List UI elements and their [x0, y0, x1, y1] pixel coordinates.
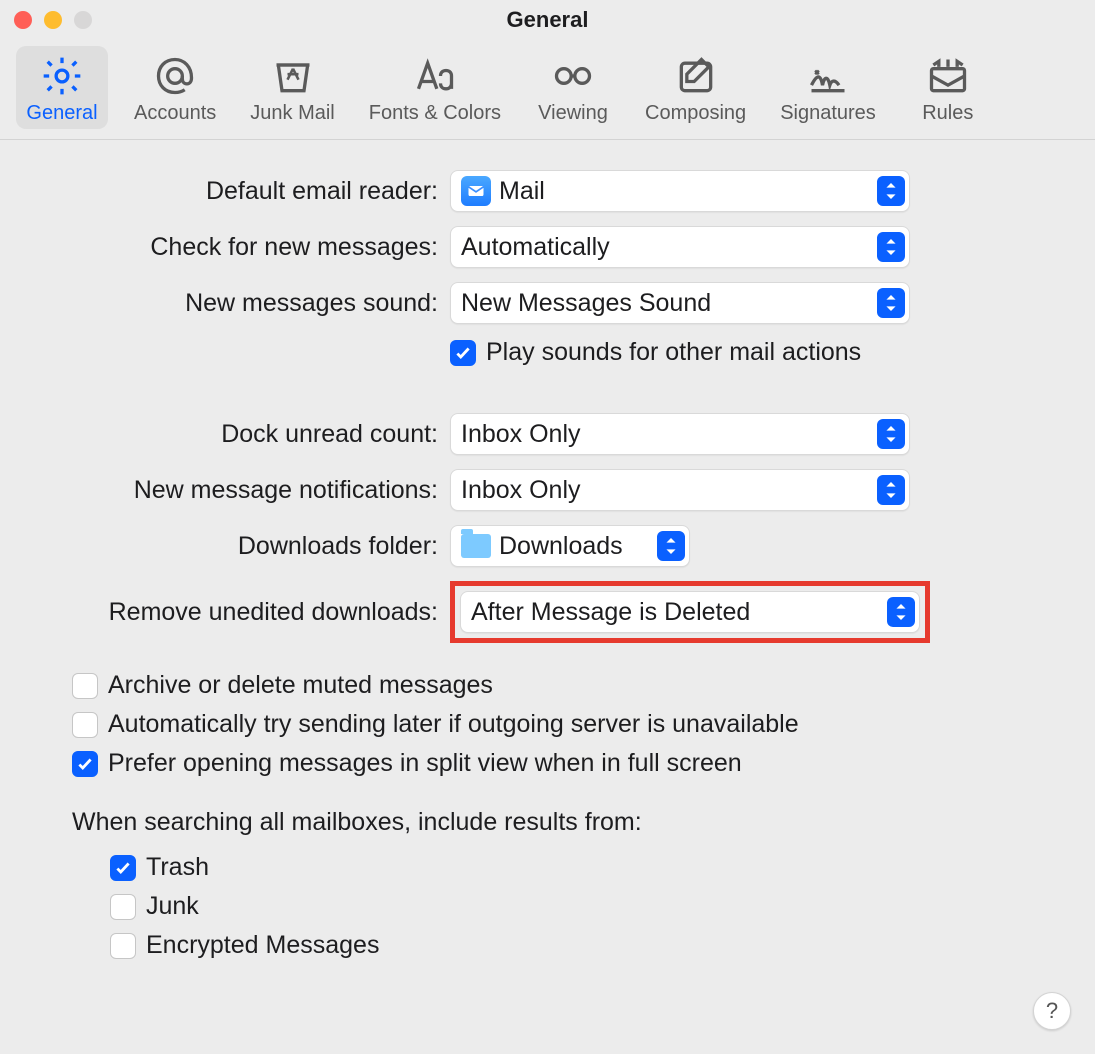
- highlight-annotation: After Message is Deleted: [450, 581, 930, 643]
- tab-signatures[interactable]: Signatures: [772, 46, 884, 129]
- titlebar: General: [0, 0, 1095, 40]
- tab-label: Fonts & Colors: [369, 102, 501, 125]
- tab-label: Composing: [645, 102, 746, 125]
- label-new-notifications: New message notifications:: [0, 476, 450, 505]
- downloads-folder-dropdown[interactable]: Downloads: [450, 525, 690, 567]
- checkbox-label: Encrypted Messages: [146, 931, 379, 960]
- label-remove-unedited: Remove unedited downloads:: [0, 598, 450, 627]
- dropdown-value: New Messages Sound: [461, 289, 869, 318]
- tab-fonts-colors[interactable]: Fonts & Colors: [361, 46, 509, 129]
- checkbox-label: Junk: [146, 892, 199, 921]
- mail-app-icon: [461, 176, 491, 206]
- chevron-updown-icon: [877, 419, 905, 449]
- checkbox-icon: [110, 894, 136, 920]
- tab-rules[interactable]: Rules: [902, 46, 994, 129]
- chevron-updown-icon: [877, 475, 905, 505]
- tab-label: General: [26, 102, 97, 125]
- prefer-split-checkbox[interactable]: Prefer opening messages in split view wh…: [72, 749, 1095, 778]
- checkbox-label: Play sounds for other mail actions: [486, 338, 861, 367]
- label-check-new: Check for new messages:: [0, 233, 450, 262]
- tab-composing[interactable]: Composing: [637, 46, 754, 129]
- label-downloads-folder: Downloads folder:: [0, 532, 450, 561]
- tab-label: Viewing: [538, 102, 608, 125]
- tab-label: Signatures: [780, 102, 876, 125]
- fonts-icon: [413, 54, 457, 98]
- checkbox-label: Prefer opening messages in split view wh…: [108, 749, 742, 778]
- checkbox-icon: [72, 751, 98, 777]
- checkbox-icon: [110, 855, 136, 881]
- dropdown-value: Inbox Only: [461, 476, 869, 505]
- tab-junk-mail[interactable]: Junk Mail: [242, 46, 342, 129]
- dock-unread-dropdown[interactable]: Inbox Only: [450, 413, 910, 455]
- search-section-heading: When searching all mailboxes, include re…: [72, 808, 1095, 837]
- general-pane: Default email reader: Mail Check for new…: [0, 140, 1095, 960]
- signature-icon: [806, 54, 850, 98]
- dropdown-value: Inbox Only: [461, 420, 869, 449]
- help-icon: ?: [1046, 998, 1058, 1024]
- chevron-updown-icon: [877, 176, 905, 206]
- include-trash-checkbox[interactable]: Trash: [110, 853, 1095, 882]
- dropdown-value: Automatically: [461, 233, 869, 262]
- folder-icon: [461, 534, 491, 558]
- include-encrypted-checkbox[interactable]: Encrypted Messages: [110, 931, 1095, 960]
- preferences-toolbar: General Accounts Junk Mail Fonts & Color…: [0, 40, 1095, 140]
- checkbox-icon: [72, 712, 98, 738]
- label-new-sound: New messages sound:: [0, 289, 450, 318]
- checkbox-label: Archive or delete muted messages: [108, 671, 493, 700]
- checkbox-icon: [72, 673, 98, 699]
- remove-unedited-dropdown[interactable]: After Message is Deleted: [460, 591, 920, 633]
- dropdown-value: Mail: [499, 177, 869, 206]
- include-junk-checkbox[interactable]: Junk: [110, 892, 1095, 921]
- compose-icon: [674, 54, 718, 98]
- rules-icon: [926, 54, 970, 98]
- tab-viewing[interactable]: Viewing: [527, 46, 619, 129]
- gear-icon: [40, 54, 84, 98]
- dropdown-value: Downloads: [499, 532, 649, 561]
- new-sound-dropdown[interactable]: New Messages Sound: [450, 282, 910, 324]
- label-dock-unread: Dock unread count:: [0, 420, 450, 449]
- new-notifications-dropdown[interactable]: Inbox Only: [450, 469, 910, 511]
- checkbox-icon: [450, 340, 476, 366]
- glasses-icon: [551, 54, 595, 98]
- trash-icon: [271, 54, 315, 98]
- checkbox-label: Automatically try sending later if outgo…: [108, 710, 799, 739]
- tab-label: Rules: [922, 102, 973, 125]
- checkbox-label: Trash: [146, 853, 209, 882]
- archive-muted-checkbox[interactable]: Archive or delete muted messages: [72, 671, 1095, 700]
- check-new-dropdown[interactable]: Automatically: [450, 226, 910, 268]
- chevron-updown-icon: [657, 531, 685, 561]
- chevron-updown-icon: [877, 288, 905, 318]
- dropdown-value: After Message is Deleted: [471, 598, 879, 627]
- tab-accounts[interactable]: Accounts: [126, 46, 224, 129]
- tab-label: Accounts: [134, 102, 216, 125]
- tab-label: Junk Mail: [250, 102, 334, 125]
- help-button[interactable]: ?: [1033, 992, 1071, 1030]
- default-reader-dropdown[interactable]: Mail: [450, 170, 910, 212]
- chevron-updown-icon: [877, 232, 905, 262]
- window-title: General: [0, 7, 1095, 33]
- chevron-updown-icon: [887, 597, 915, 627]
- tab-general[interactable]: General: [16, 46, 108, 129]
- label-default-reader: Default email reader:: [0, 177, 450, 206]
- checkbox-icon: [110, 933, 136, 959]
- play-sounds-checkbox[interactable]: Play sounds for other mail actions: [450, 338, 861, 367]
- auto-send-later-checkbox[interactable]: Automatically try sending later if outgo…: [72, 710, 1095, 739]
- at-icon: [153, 54, 197, 98]
